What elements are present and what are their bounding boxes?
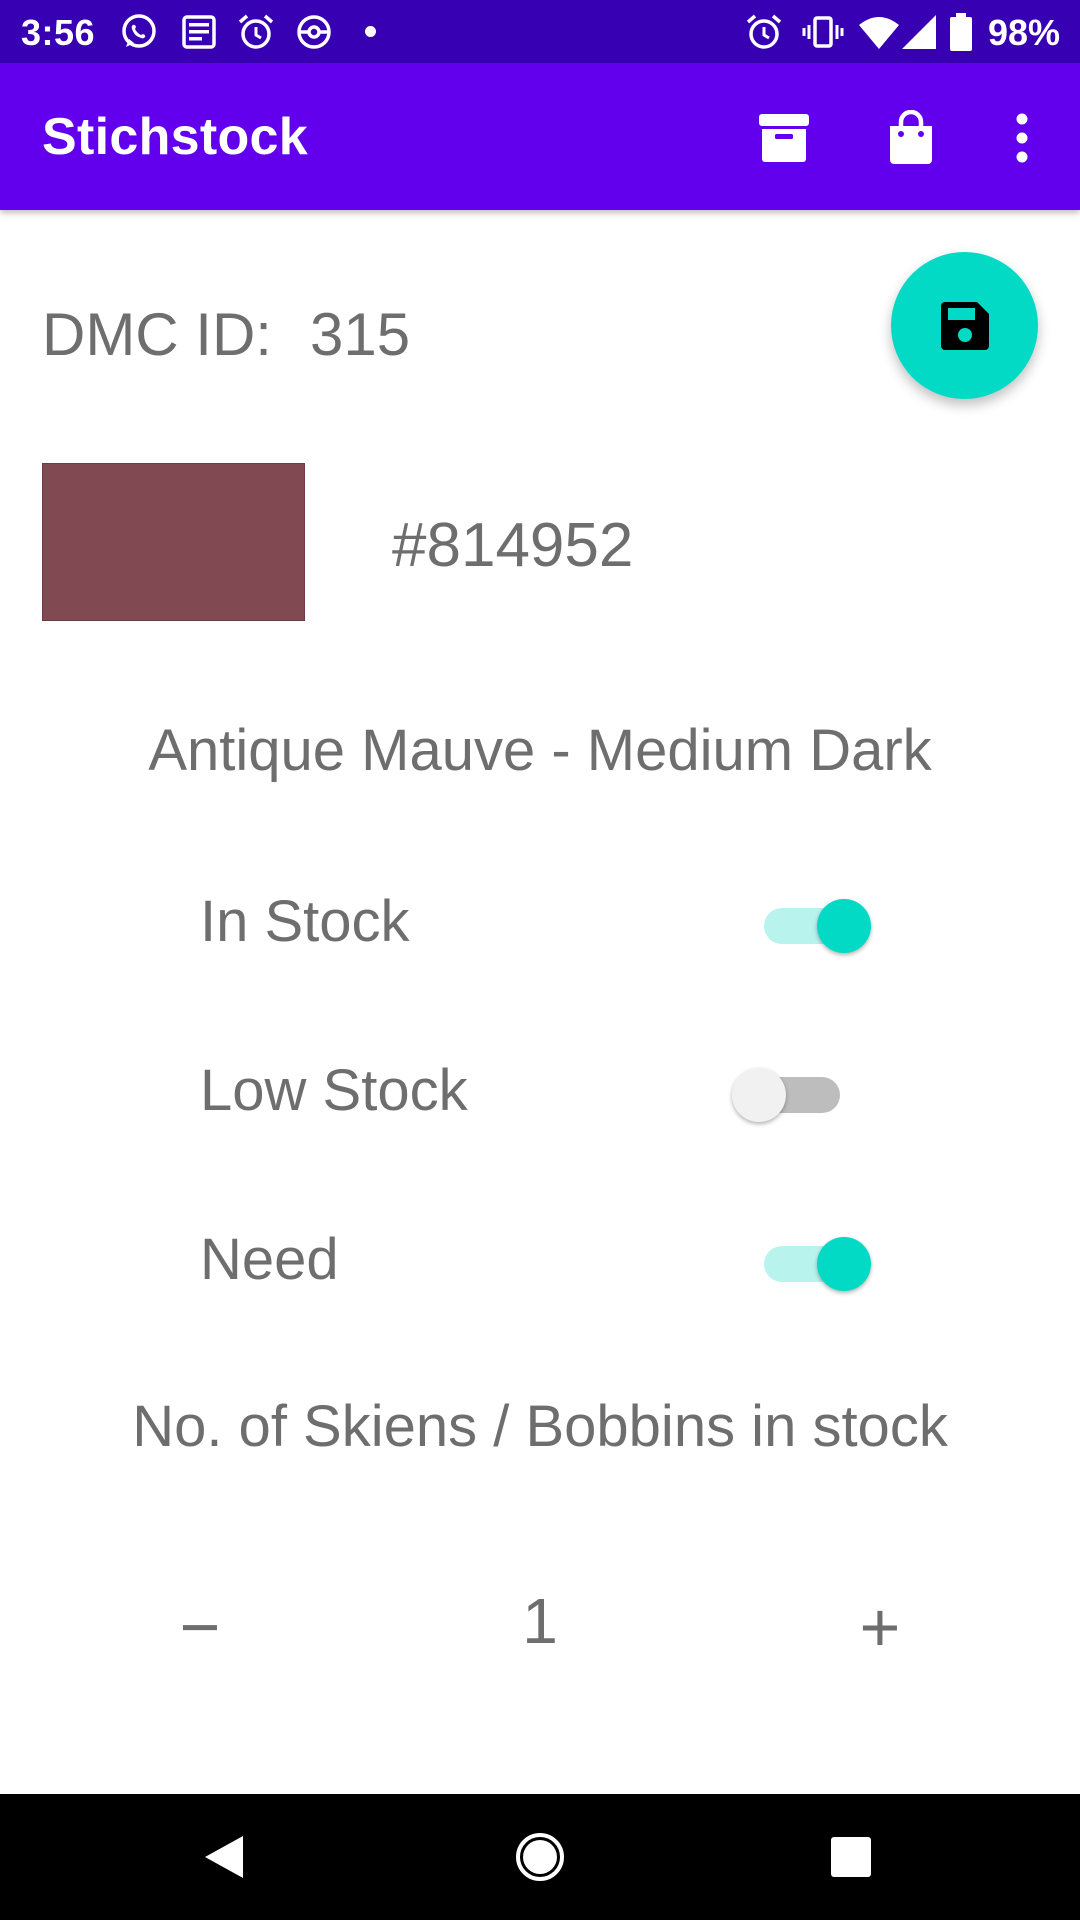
dmc-id-row: DMC ID: 315 (42, 300, 410, 369)
need-label: Need (200, 1227, 339, 1292)
in-stock-label: In Stock (200, 889, 410, 954)
app-bar: Stichstock (0, 63, 1080, 210)
app-title: Stichstock (42, 108, 308, 166)
skeins-count: 1 (522, 1585, 558, 1657)
battery-icon (950, 13, 972, 51)
in-stock-switch[interactable] (752, 888, 872, 953)
alarm-icon (238, 14, 274, 49)
dmc-id-label: DMC ID: (42, 301, 272, 368)
switch-thumb (817, 899, 871, 953)
switch-thumb (817, 1237, 871, 1291)
recents-icon (831, 1837, 871, 1877)
status-bar: 3:56 98% (0, 0, 1080, 63)
navigation-bar (0, 1794, 1080, 1920)
more-vert-icon (1016, 113, 1028, 163)
pokeball-icon (297, 15, 331, 49)
back-icon (205, 1836, 243, 1878)
archive-icon (759, 114, 809, 162)
skeins-label: No. of Skiens / Bobbins in stock (132, 1394, 948, 1459)
wifi-icon (859, 17, 899, 49)
recents-button[interactable] (811, 1817, 891, 1897)
status-time: 3:56 (21, 12, 96, 53)
more-options-button[interactable] (990, 106, 1054, 170)
low-stock-switch[interactable] (732, 1057, 852, 1122)
need-switch[interactable] (752, 1226, 872, 1291)
save-icon (940, 301, 989, 350)
home-button[interactable] (500, 1817, 580, 1897)
whatsapp-icon (122, 14, 156, 48)
back-button[interactable] (185, 1817, 265, 1897)
home-icon (516, 1833, 564, 1881)
dmc-id-value: 315 (309, 301, 411, 368)
shopping-bag-icon (890, 110, 932, 164)
shopping-bag-button[interactable] (879, 106, 943, 170)
switch-thumb (732, 1068, 786, 1122)
signal-icon (902, 15, 936, 49)
hex-code: #814952 (392, 511, 634, 580)
save-fab[interactable] (891, 252, 1038, 399)
battery-percent: 98% (987, 12, 1060, 53)
low-stock-label: Low Stock (200, 1058, 468, 1123)
increment-button[interactable]: + (830, 1582, 930, 1672)
archive-button[interactable] (752, 106, 816, 170)
vibrate-icon (802, 16, 844, 48)
color-swatch (42, 463, 305, 621)
decrement-button[interactable]: − (150, 1582, 250, 1672)
notification-dot (365, 26, 376, 37)
news-icon (182, 15, 216, 49)
alarm-icon (746, 14, 782, 49)
color-name: Antique Mauve - Medium Dark (148, 718, 932, 783)
